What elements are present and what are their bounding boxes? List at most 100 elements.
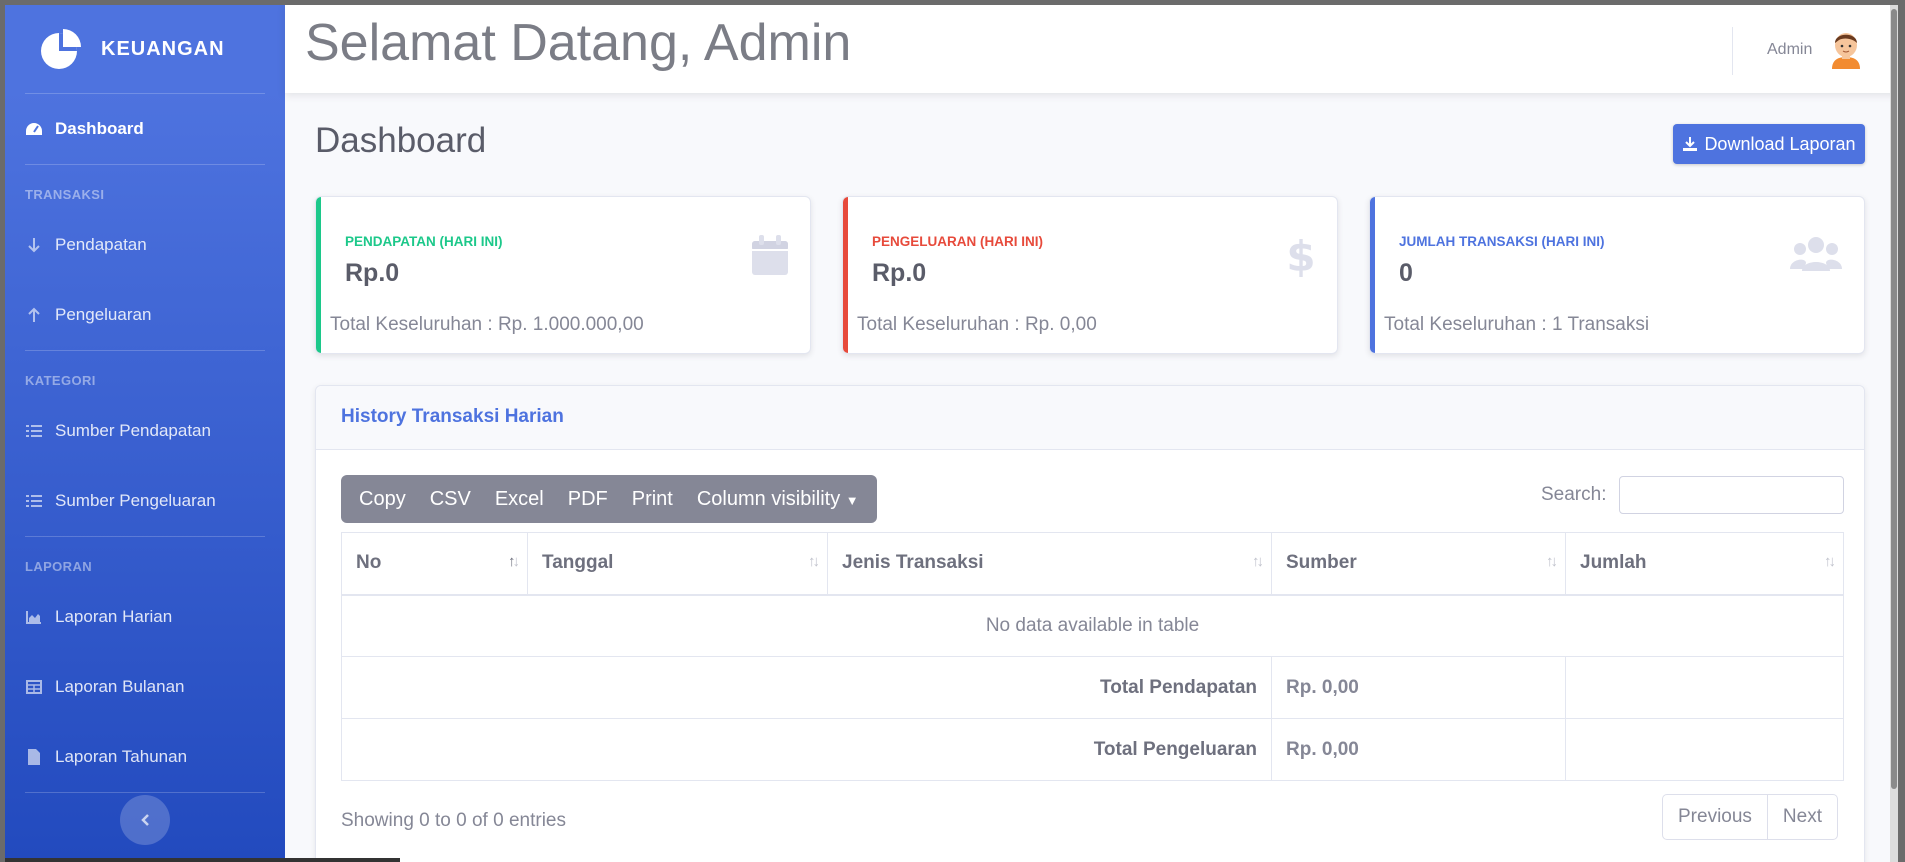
history-panel: History Transaksi Harian Copy CSV Excel … — [315, 385, 1865, 862]
sidebar-item-label: Dashboard — [55, 119, 144, 138]
topbar: Selamat Datang, Admin Admin — [285, 5, 1898, 93]
pagination: Previous Next — [1662, 794, 1838, 840]
table-info: Showing 0 to 0 of 0 entries — [341, 810, 566, 831]
card-value: 0 — [1399, 259, 1413, 287]
sidebar-item-label: Pengeluaran — [55, 305, 152, 324]
brand-name: KEUANGAN — [101, 37, 225, 60]
column-header-label: Jenis Transaksi — [842, 552, 984, 574]
page-title: Dashboard — [315, 121, 487, 160]
sidebar: KEUANGAN Dashboard TRANSAKSI Pendapatan … — [5, 5, 285, 862]
column-header-label: Jumlah — [1580, 552, 1647, 574]
column-header-label: Sumber — [1286, 552, 1357, 574]
sort-icon: ↑↓ — [1252, 553, 1264, 570]
sidebar-item-label: Pendapatan — [55, 235, 147, 254]
card-accent-bar — [316, 197, 321, 353]
sort-icon: ↑↓ — [808, 553, 820, 570]
history-table: No ↑↓ Tanggal ↑↓ Jenis Transaksi ↑↓ Sumber ↑… — [341, 532, 1844, 781]
sidebar-item-label: Laporan Tahunan — [55, 747, 188, 766]
sidebar-item-pengeluaran[interactable]: Pengeluaran — [5, 280, 285, 350]
total-pengeluaran-value: Rp. 0,00 — [1271, 718, 1566, 781]
arrow-up-icon — [25, 306, 43, 324]
column-header-sumber[interactable]: Sumber ↑↓ — [1271, 532, 1566, 596]
table-cell — [1565, 656, 1844, 719]
card-label: PENGELUARAN (HARI INI) — [872, 234, 1043, 249]
table-header-row: No ↑↓ Tanggal ↑↓ Jenis Transaksi ↑↓ Sumber ↑… — [341, 532, 1844, 596]
table-cell — [1565, 718, 1844, 781]
card-pendapatan: PENDAPATAN (HARI INI) Rp.0 Total Keselur… — [315, 196, 811, 354]
next-page-button[interactable]: Next — [1766, 795, 1837, 839]
card-jumlah-transaksi: JUMLAH TRANSAKSI (HARI INI) 0 Total Kese… — [1369, 196, 1865, 354]
sidebar-heading-transaksi: TRANSAKSI — [25, 187, 105, 202]
total-pendapatan-value: Rp. 0,00 — [1271, 656, 1566, 719]
card-accent-bar — [1370, 197, 1375, 353]
page-scrollbar[interactable] — [1890, 5, 1898, 862]
sort-icon: ↑↓ — [1824, 553, 1836, 570]
taskbar-strip — [5, 858, 400, 862]
svg-text:$: $ — [1287, 235, 1315, 277]
sidebar-item-pendapatan[interactable]: Pendapatan — [5, 210, 285, 280]
user-name[interactable]: Admin — [1767, 41, 1812, 59]
search-label: Search: — [1541, 484, 1607, 505]
total-pendapatan-label: Total Pendapatan — [341, 656, 1272, 719]
tachometer-icon — [25, 120, 43, 138]
column-header-tanggal[interactable]: Tanggal ↑↓ — [527, 532, 828, 596]
sidebar-toggle-button[interactable] — [120, 795, 170, 845]
previous-page-button[interactable]: Previous — [1663, 795, 1767, 839]
print-button[interactable]: Print — [620, 488, 685, 511]
download-report-button[interactable]: Download Laporan — [1673, 124, 1865, 164]
card-accent-bar — [843, 197, 848, 353]
column-header-no[interactable]: No ↑↓ — [341, 532, 528, 596]
pie-chart-logo-icon — [41, 29, 81, 69]
sidebar-item-sumber-pengeluaran[interactable]: Sumber Pengeluaran — [5, 466, 285, 536]
table-footer-row: Total Pengeluaran Rp. 0,00 — [341, 718, 1844, 781]
sidebar-item-dashboard[interactable]: Dashboard — [5, 94, 285, 164]
sidebar-item-sumber-pendapatan[interactable]: Sumber Pendapatan — [5, 396, 285, 466]
sidebar-item-laporan-bulanan[interactable]: Laporan Bulanan — [5, 652, 285, 722]
history-title: History Transaksi Harian — [316, 386, 1864, 450]
sidebar-heading-kategori: KATEGORI — [25, 373, 96, 388]
card-footer: Total Keseluruhan : 1 Transaksi — [1384, 314, 1650, 335]
area-chart-icon — [25, 608, 43, 626]
card-footer: Total Keseluruhan : Rp. 0,00 — [857, 314, 1097, 335]
column-header-label: Tanggal — [542, 552, 614, 574]
users-icon — [1790, 237, 1842, 271]
topbar-divider — [1732, 27, 1733, 75]
column-header-jenis-transaksi[interactable]: Jenis Transaksi ↑↓ — [827, 532, 1272, 596]
sidebar-item-laporan-tahunan[interactable]: Laporan Tahunan — [5, 722, 285, 792]
card-pengeluaran: PENGELUARAN (HARI INI) Rp.0 Total Keselu… — [842, 196, 1338, 354]
excel-button[interactable]: Excel — [483, 488, 556, 511]
caret-down-icon: ▼ — [845, 492, 859, 508]
pdf-button[interactable]: PDF — [556, 488, 620, 511]
search-input[interactable] — [1619, 476, 1844, 514]
card-value: Rp.0 — [872, 259, 927, 287]
sidebar-divider — [25, 792, 265, 793]
table-row: No data available in table — [341, 594, 1844, 657]
scrollbar-thumb[interactable] — [1891, 9, 1897, 789]
welcome-heading: Selamat Datang, Admin — [305, 14, 852, 72]
sidebar-heading-laporan: LAPORAN — [25, 559, 93, 574]
list-icon — [25, 492, 43, 510]
file-icon — [25, 748, 43, 766]
column-header-jumlah[interactable]: Jumlah ↑↓ — [1565, 532, 1844, 596]
csv-button[interactable]: CSV — [418, 488, 483, 511]
card-label: PENDAPATAN (HARI INI) — [345, 234, 503, 249]
calendar-icon — [752, 235, 788, 275]
card-footer: Total Keseluruhan : Rp. 1.000.000,00 — [330, 314, 644, 335]
column-header-label: No — [356, 552, 382, 574]
sidebar-item-label: Laporan Bulanan — [55, 677, 185, 696]
download-report-label: Download Laporan — [1704, 133, 1856, 154]
sidebar-item-label: Sumber Pengeluaran — [55, 491, 216, 510]
avatar[interactable] — [1825, 27, 1867, 69]
brand[interactable]: KEUANGAN — [5, 5, 285, 93]
total-pengeluaran-label: Total Pengeluaran — [341, 718, 1272, 781]
column-visibility-button[interactable]: Column visibility ▼ — [685, 488, 871, 511]
copy-button[interactable]: Copy — [347, 488, 418, 511]
card-value: Rp.0 — [345, 259, 400, 287]
dollar-icon: $ — [1287, 235, 1315, 277]
sidebar-item-label: Sumber Pendapatan — [55, 421, 211, 440]
sort-icon: ↑↓ — [1546, 553, 1558, 570]
card-label: JUMLAH TRANSAKSI (HARI INI) — [1399, 234, 1605, 249]
sidebar-item-laporan-harian[interactable]: Laporan Harian — [5, 582, 285, 652]
list-icon — [25, 422, 43, 440]
empty-table-message: No data available in table — [341, 594, 1844, 657]
